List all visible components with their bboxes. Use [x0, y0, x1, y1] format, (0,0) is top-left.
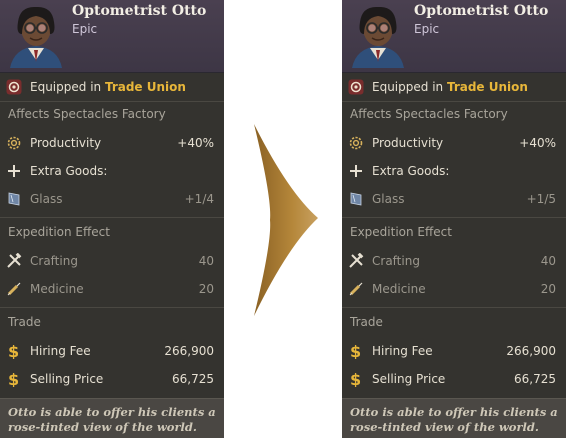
- expedition-heading: Expedition Effect: [8, 225, 110, 239]
- crafting-row: Crafting 40: [342, 248, 566, 274]
- svg-text:$: $: [8, 371, 19, 387]
- selling-price-value: 66,725: [514, 372, 556, 386]
- right-arrow-icon: [254, 124, 318, 316]
- svg-text:$: $: [350, 343, 361, 359]
- divider: [0, 217, 224, 218]
- extra-goods-row: Extra Goods:: [342, 158, 566, 184]
- extra-goods-row: Extra Goods:: [0, 158, 224, 184]
- hiring-fee-row: $ Hiring Fee 266,900: [0, 338, 224, 364]
- hiring-fee-label: Hiring Fee: [30, 344, 91, 358]
- crossed-tools-icon: [348, 253, 364, 269]
- card-header: Optometrist Otto Epic: [342, 0, 566, 73]
- glass-value: +1/5: [526, 192, 556, 206]
- affects-heading: Affects Spectacles Factory: [350, 107, 508, 121]
- divider: [342, 101, 566, 102]
- medicine-value: 20: [540, 282, 556, 296]
- hiring-fee-value: 266,900: [164, 344, 214, 358]
- specialist-name: Optometrist Otto: [72, 3, 207, 19]
- crafting-label: Crafting: [372, 254, 420, 268]
- medicine-value: 20: [198, 282, 214, 296]
- flavor-text: Otto is able to offer his clients a rose…: [350, 405, 558, 434]
- glass-pane-icon: [348, 191, 364, 207]
- flavor-text: Otto is able to offer his clients a rose…: [8, 405, 216, 434]
- medicine-label: Medicine: [30, 282, 84, 296]
- hiring-fee-value: 266,900: [506, 344, 556, 358]
- selling-price-label: Selling Price: [30, 372, 104, 386]
- productivity-row: Productivity +40%: [0, 130, 224, 156]
- productivity-row: Productivity +40%: [342, 130, 566, 156]
- affects-heading: Affects Spectacles Factory: [8, 107, 166, 121]
- glass-label: Glass: [372, 192, 405, 206]
- crafting-value: 40: [198, 254, 214, 268]
- specialist-portrait-icon: [10, 6, 62, 68]
- productivity-value: +40%: [519, 136, 556, 150]
- glass-label: Glass: [30, 192, 63, 206]
- crafting-row: Crafting 40: [0, 248, 224, 274]
- productivity-value: +40%: [177, 136, 214, 150]
- expedition-heading: Expedition Effect: [350, 225, 452, 239]
- specialist-card-before: Optometrist Otto Epic Equipped in Trade …: [0, 0, 224, 438]
- svg-text:$: $: [8, 343, 19, 359]
- selling-price-row: $ Selling Price 66,725: [0, 366, 224, 392]
- hiring-fee-row: $ Hiring Fee 266,900: [342, 338, 566, 364]
- selling-price-row: $ Selling Price 66,725: [342, 366, 566, 392]
- divider: [0, 101, 224, 102]
- selling-price-value: 66,725: [172, 372, 214, 386]
- divider: [342, 307, 566, 308]
- gear-icon: [348, 135, 364, 151]
- glass-row: Glass +1/5: [342, 186, 566, 212]
- card-footer: Otto is able to offer his clients a rose…: [342, 398, 566, 438]
- dollar-icon: $: [6, 371, 22, 387]
- medicine-label: Medicine: [372, 282, 426, 296]
- card-footer: Otto is able to offer his clients a rose…: [0, 398, 224, 438]
- divider: [342, 217, 566, 218]
- crafting-label: Crafting: [30, 254, 78, 268]
- crafting-value: 40: [540, 254, 556, 268]
- glass-value: +1/4: [184, 192, 214, 206]
- plus-icon: [6, 163, 22, 179]
- medicine-row: Medicine 20: [342, 276, 566, 302]
- extra-goods-label: Extra Goods:: [372, 164, 450, 178]
- extra-goods-label: Extra Goods:: [30, 164, 108, 178]
- equipped-row: Equipped in Trade Union: [342, 74, 566, 100]
- glass-row: Glass +1/4: [0, 186, 224, 212]
- dollar-icon: $: [348, 343, 364, 359]
- medicine-row: Medicine 20: [0, 276, 224, 302]
- productivity-label: Productivity: [372, 136, 444, 150]
- productivity-label: Productivity: [30, 136, 102, 150]
- trade-heading: Trade: [350, 315, 383, 329]
- selling-price-label: Selling Price: [372, 372, 446, 386]
- trade-heading: Trade: [8, 315, 41, 329]
- specialist-rarity: Epic: [72, 22, 98, 36]
- specialist-portrait-icon: [352, 6, 404, 68]
- dollar-icon: $: [6, 343, 22, 359]
- equipped-prefix: Equipped in: [372, 80, 447, 94]
- divider: [0, 307, 224, 308]
- equipped-location: Trade Union: [104, 80, 186, 94]
- trade-union-badge-icon: [6, 79, 22, 95]
- syringe-icon: [348, 281, 364, 297]
- equipped-prefix: Equipped in: [30, 80, 105, 94]
- crossed-tools-icon: [6, 253, 22, 269]
- specialist-card-after: Optometrist Otto Epic Equipped in Trade …: [342, 0, 566, 438]
- specialist-rarity: Epic: [414, 22, 440, 36]
- specialist-name: Optometrist Otto: [414, 3, 549, 19]
- card-header: Optometrist Otto Epic: [0, 0, 224, 73]
- syringe-icon: [6, 281, 22, 297]
- equipped-row: Equipped in Trade Union: [0, 74, 224, 100]
- trade-union-badge-icon: [348, 79, 364, 95]
- dollar-icon: $: [348, 371, 364, 387]
- svg-text:$: $: [350, 371, 361, 387]
- glass-pane-icon: [6, 191, 22, 207]
- plus-icon: [348, 163, 364, 179]
- hiring-fee-label: Hiring Fee: [372, 344, 433, 358]
- equipped-location: Trade Union: [446, 80, 528, 94]
- gear-icon: [6, 135, 22, 151]
